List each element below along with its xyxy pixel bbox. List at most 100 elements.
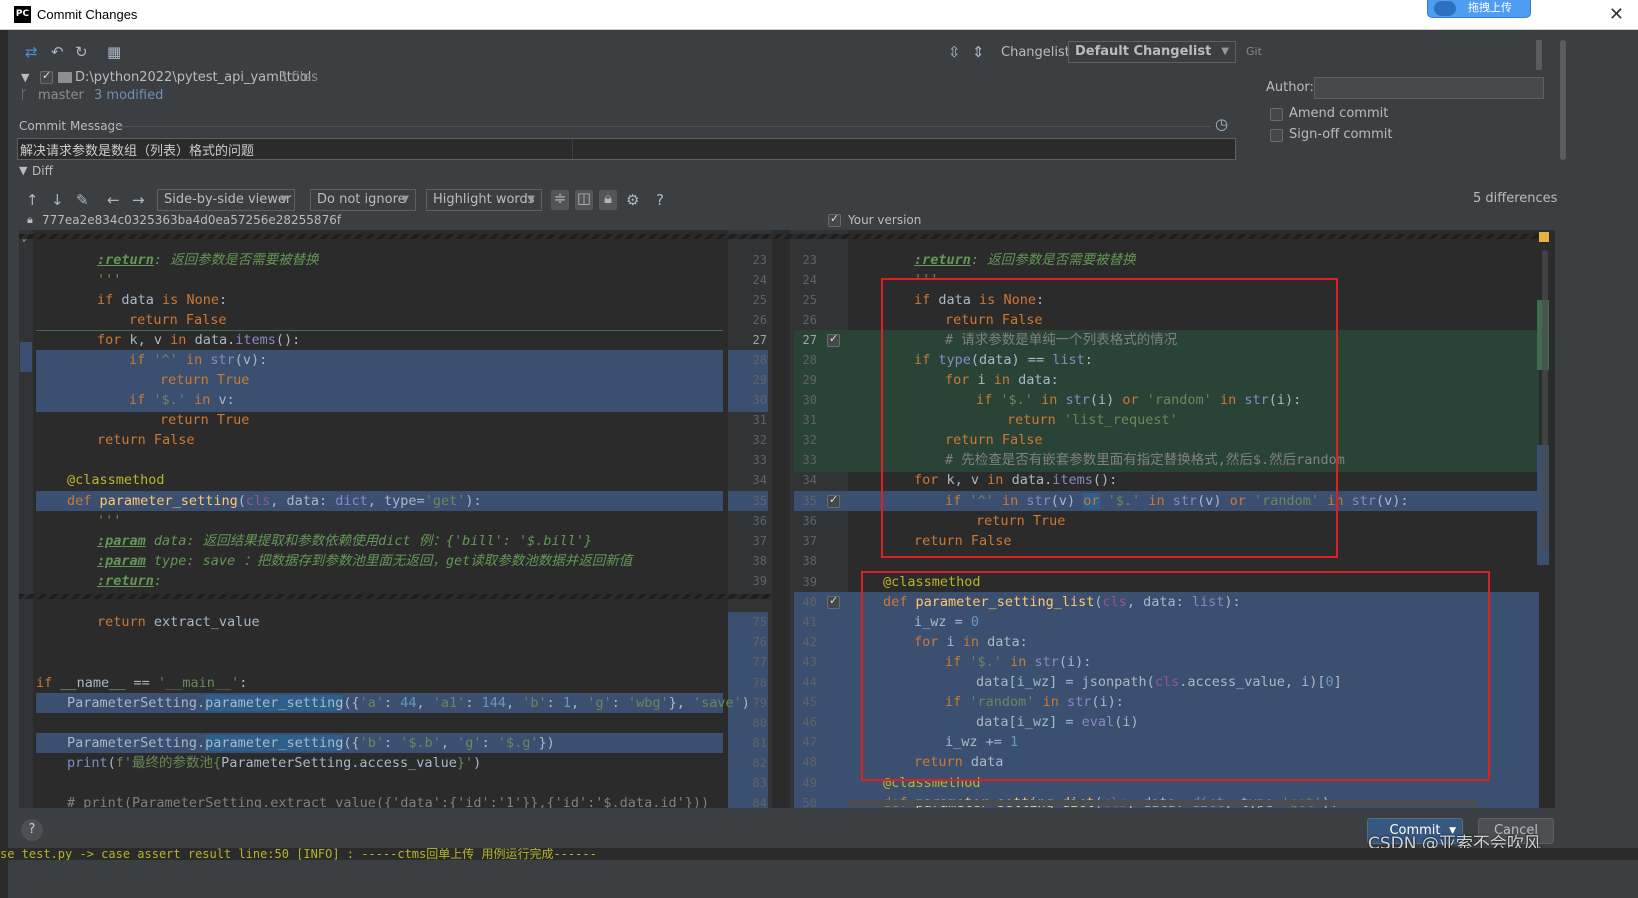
line-number: 36: [752, 514, 767, 528]
line-number: 27: [802, 333, 817, 347]
code-line: for k, v in data.items():: [97, 332, 301, 348]
collapse-unchanged-icon[interactable]: ≑: [551, 190, 569, 210]
line-number: 31: [802, 413, 817, 427]
branch-name: master: [38, 88, 84, 103]
change-marker: [20, 342, 32, 372]
code-line: return True: [160, 412, 250, 428]
line-number: 37: [752, 534, 767, 548]
line-number: 43: [802, 655, 817, 669]
help-icon[interactable]: ?: [656, 192, 664, 208]
code-line: ParameterSetting.parameter_setting({'a':…: [67, 695, 750, 711]
margin-guide: [572, 139, 573, 159]
code-line: if data is None:: [97, 292, 228, 308]
chevron-down-icon: ▼: [527, 194, 535, 205]
code-line: :param type: save ：把数据存到参数池里面无返回，get读取参数…: [97, 553, 633, 569]
commit-message-input[interactable]: 解决请求参数是数组（列表）格式的问题: [17, 138, 1236, 160]
code-line: :param data: 返回结果提取和参数依赖使用dict 例：{'bill'…: [97, 533, 593, 549]
help-button[interactable]: ?: [21, 819, 43, 841]
line-number: 24: [752, 273, 767, 287]
fold-separator: [19, 234, 1555, 239]
warning-marker: [1539, 232, 1549, 242]
refresh-icon[interactable]: ↻: [75, 44, 88, 60]
code-line: if '$.' in v:: [129, 392, 235, 408]
line-number: 33: [802, 453, 817, 467]
signoff-commit-checkbox[interactable]: [1270, 129, 1283, 142]
edit-source-icon[interactable]: ✎: [76, 192, 89, 208]
line-number: 23: [752, 253, 767, 267]
tree-file-count: 3 files: [279, 70, 318, 85]
author-input[interactable]: [1314, 77, 1544, 99]
branch-icon: ᚴ: [20, 88, 28, 103]
line-number: 38: [802, 554, 817, 568]
differences-count: 5 differences: [1473, 191, 1558, 206]
highlight-select[interactable]: Highlight words ▼: [426, 189, 542, 211]
amend-commit-checkbox[interactable]: [1270, 108, 1283, 121]
next-difference-icon[interactable]: ↓: [51, 192, 64, 208]
git-label: Git: [1246, 45, 1262, 58]
line-number: 28: [802, 353, 817, 367]
tree-root-checkbox[interactable]: [40, 69, 53, 84]
rollback-icon[interactable]: ↶: [51, 44, 64, 60]
previous-difference-icon[interactable]: ↑: [26, 192, 39, 208]
upload-badge[interactable]: 拖拽上传: [1427, 0, 1531, 18]
apply-change-checkbox[interactable]: [827, 493, 840, 508]
lock-icon: 🔒︎: [27, 213, 33, 226]
refresh-arrows-icon[interactable]: ⇄: [25, 44, 38, 60]
line-number: 75: [752, 615, 767, 629]
compare-previous-file-icon[interactable]: ←: [107, 192, 120, 208]
viewer-value: Side-by-side viewer: [164, 192, 292, 207]
close-icon[interactable]: ✕: [1609, 4, 1624, 25]
expand-all-icon[interactable]: ⇳: [948, 44, 961, 60]
collapse-all-icon[interactable]: ⇕: [972, 44, 985, 60]
right-title: Your version: [848, 213, 922, 227]
viewer-select[interactable]: Side-by-side viewer ▼: [157, 189, 295, 211]
line-number: 33: [752, 453, 767, 467]
highlight-value: Highlight words: [433, 192, 535, 207]
cloud-icon: [1434, 1, 1456, 16]
code-line: @classmethod: [67, 472, 165, 488]
group-by-icon[interactable]: ▦: [107, 44, 121, 60]
line-number: 30: [802, 393, 817, 407]
sync-scroll-icon[interactable]: ◫: [575, 190, 593, 210]
compare-next-file-icon[interactable]: →: [132, 192, 145, 208]
line-number: 44: [802, 675, 817, 689]
amend-commit-label[interactable]: Amend commit: [1289, 106, 1388, 121]
expand-arrow-icon[interactable]: ▼: [21, 71, 29, 84]
horizontal-scrollbar[interactable]: [848, 800, 1478, 806]
history-clock-icon[interactable]: ◷: [1215, 116, 1228, 132]
your-version-checkbox[interactable]: [828, 212, 841, 227]
ignore-select[interactable]: Do not ignore ▼: [310, 189, 416, 211]
line-number: 24: [802, 273, 817, 287]
diff-collapse-icon[interactable]: ▼: [19, 164, 27, 177]
console-strip: se test.py -> case_assert_result line:50…: [0, 848, 1638, 860]
ide-edge: [0, 30, 8, 898]
line-number: 26: [752, 313, 767, 327]
scrollbar-thumb[interactable]: [1542, 250, 1548, 550]
scrollbar-thumb-top[interactable]: [1536, 40, 1542, 70]
line-number: 35: [752, 494, 767, 508]
settings-gear-icon[interactable]: ⚙: [626, 192, 639, 208]
apply-change-checkbox[interactable]: [827, 332, 840, 347]
code-line: return False: [97, 432, 195, 448]
line-number: 31: [752, 413, 767, 427]
line-number: 39: [802, 575, 817, 589]
lock-icon[interactable]: 🔒︎: [599, 190, 617, 210]
modified-count[interactable]: 3 modified: [94, 88, 163, 103]
signoff-commit-label[interactable]: Sign-off commit: [1289, 127, 1392, 142]
changelist-select[interactable]: Default Changelist ▼: [1068, 41, 1236, 63]
line-number: 83: [752, 776, 767, 790]
author-label: Author:: [1266, 80, 1314, 95]
code-line: return False: [129, 312, 227, 328]
dialog-scrollbar[interactable]: [1560, 40, 1566, 160]
line-number: 49: [802, 776, 817, 790]
console-line: se test.py -> case_assert_result line:50…: [0, 848, 597, 860]
left-revision-hash: 777ea2e834c0325363ba4d0ea57256e28255876f: [42, 213, 342, 227]
code-line: :return: 返回参数是否需要被替换: [97, 252, 319, 268]
line-number: 32: [802, 433, 817, 447]
apply-change-checkbox[interactable]: [827, 594, 840, 609]
line-number: 42: [802, 635, 817, 649]
tree-path[interactable]: D:\python2022\pytest_api_yaml\tool: [75, 70, 311, 85]
line-number: 25: [752, 293, 767, 307]
line-number: 36: [802, 514, 817, 528]
line-number: 50: [802, 796, 817, 808]
